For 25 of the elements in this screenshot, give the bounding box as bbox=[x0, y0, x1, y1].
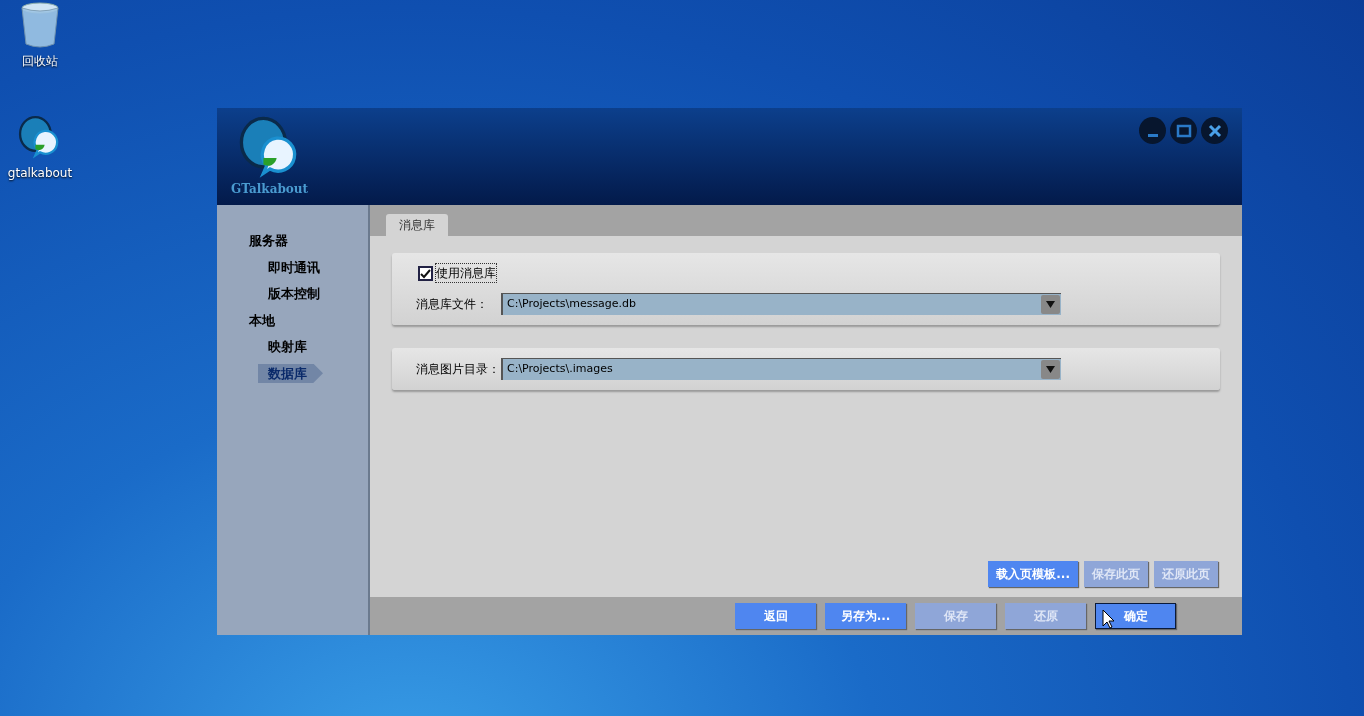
logo-text: GTalkabout bbox=[231, 181, 309, 198]
field-label: 消息图片目录： bbox=[416, 361, 501, 378]
sidebar-item[interactable]: 即时通讯 bbox=[268, 257, 320, 277]
sidebar-item[interactable]: 映射库 bbox=[268, 337, 307, 357]
close-icon[interactable] bbox=[1201, 117, 1228, 144]
checkbox[interactable] bbox=[418, 265, 433, 281]
sidebar-item[interactable]: 版本控制 bbox=[268, 284, 320, 304]
minimize-icon[interactable] bbox=[1139, 117, 1166, 144]
sidebar-item[interactable]: 本地 bbox=[249, 310, 275, 330]
button[interactable]: 载入页模板... bbox=[988, 561, 1078, 587]
button[interactable]: 返回 bbox=[735, 603, 816, 629]
maximize-icon[interactable] bbox=[1170, 117, 1197, 144]
path-dropdown[interactable]: C:\Projects\message.db bbox=[501, 293, 1061, 315]
trash-bin-icon[interactable] bbox=[20, 2, 60, 48]
desktop-icon-label[interactable]: 回收站 bbox=[22, 52, 58, 70]
path-dropdown[interactable]: C:\Projects\.images bbox=[501, 358, 1061, 380]
checkbox-label[interactable]: 使用消息库 bbox=[435, 263, 497, 283]
button[interactable]: 另存为... bbox=[825, 603, 906, 629]
tab[interactable]: 消息库 bbox=[386, 214, 448, 236]
field-label: 消息库文件： bbox=[416, 296, 489, 313]
sidebar-item[interactable]: 数据库 bbox=[258, 363, 323, 383]
button[interactable]: 确定 bbox=[1095, 603, 1176, 629]
desktop-icon-label[interactable]: gtalkabout bbox=[7, 164, 73, 182]
sidebar-item[interactable]: 服务器 bbox=[249, 231, 288, 251]
mouse-cursor-icon bbox=[1102, 609, 1115, 629]
